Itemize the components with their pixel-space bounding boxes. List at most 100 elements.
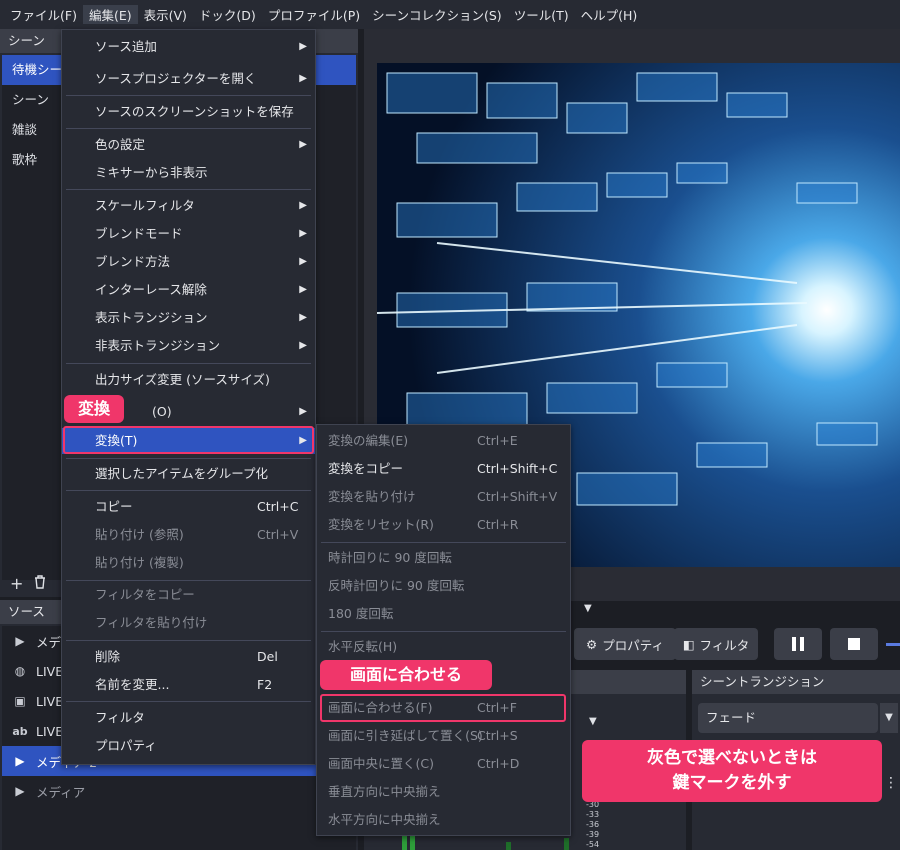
menu-view[interactable]: 表示(V) — [138, 5, 193, 24]
menu-item-deinterlace[interactable]: インターレース解除 ▶ — [62, 277, 315, 303]
menu-item-blend-method[interactable]: ブレンド方法 ▶ — [62, 249, 315, 275]
menu-item-copy-filters[interactable]: フィルタをコピー — [62, 582, 315, 608]
submenu-item-rotate-cw[interactable]: 時計回りに 90 度回転 — [317, 545, 570, 571]
stop-button[interactable] — [830, 628, 878, 660]
obs-window: ファイル(F) 編集(E) 表示(V) ドック(D) プロファイル(P) シーン… — [0, 0, 900, 850]
chevron-right-icon: ▶ — [299, 41, 307, 52]
menu-separator — [321, 631, 566, 632]
transition-select[interactable]: フェード — [698, 703, 878, 733]
play-icon: ▶ — [15, 634, 25, 648]
meter-label: -54 — [586, 840, 600, 849]
play-icon: ▶ — [15, 754, 25, 768]
globe-icon: ◍ — [14, 664, 26, 678]
menu-separator — [66, 128, 311, 129]
chevron-right-icon: ▶ — [299, 340, 307, 351]
chevron-right-icon: ▶ — [299, 284, 307, 295]
menu-separator — [66, 490, 311, 491]
submenu-item-flip-horizontal[interactable]: 水平反転(H) — [317, 634, 570, 660]
menu-edit[interactable]: 編集(E) — [82, 5, 138, 24]
chevron-down-icon[interactable]: ▼ — [880, 703, 898, 733]
text-icon: ab — [12, 724, 28, 738]
image-icon: ▣ — [14, 694, 26, 708]
menu-item-group[interactable]: 選択したアイテムをグループ化 — [62, 461, 315, 487]
transform-highlight-outline — [63, 426, 314, 454]
menu-separator — [66, 458, 311, 459]
menu-item-resize-output[interactable]: 出力サイズ変更 (ソースサイズ) — [62, 367, 315, 393]
menu-separator — [66, 701, 311, 702]
menu-item-hide-transition[interactable]: 非表示トランジション ▶ — [62, 333, 315, 359]
chevron-right-icon: ▶ — [299, 256, 307, 267]
menu-separator — [66, 95, 311, 96]
menu-item-screenshot[interactable]: ソースのスクリーンショットを保存 — [62, 99, 315, 125]
menubar: ファイル(F) 編集(E) 表示(V) ドック(D) プロファイル(P) シーン… — [0, 0, 900, 29]
chevron-right-icon: ▶ — [299, 406, 307, 417]
pause-icon — [792, 637, 804, 651]
submenu-item-copy-transform[interactable]: 変換をコピー Ctrl+Shift+C — [317, 456, 570, 482]
submenu-item-center-horizontal[interactable]: 水平方向に中央揃え — [317, 807, 570, 833]
preview-dropdown-icon[interactable]: ▼ — [584, 603, 592, 614]
menu-separator — [66, 580, 311, 581]
submenu-item-edit-transform[interactable]: 変換の編集(E) Ctrl+E — [317, 428, 570, 454]
menu-help[interactable]: ヘルプ(H) — [575, 5, 644, 24]
chevron-right-icon: ▶ — [299, 73, 307, 84]
menu-item-filters[interactable]: フィルタ — [62, 705, 315, 731]
menu-profile[interactable]: プロファイル(P) — [262, 5, 366, 24]
menu-item-delete[interactable]: 削除 Del — [62, 644, 315, 670]
chevron-right-icon: ▶ — [299, 228, 307, 239]
trash-icon[interactable] — [33, 574, 47, 593]
pause-button[interactable] — [774, 628, 822, 660]
mixer-dropdown-icon[interactable]: ▼ — [589, 716, 597, 727]
menu-file[interactable]: ファイル(F) — [4, 5, 83, 24]
menu-item-hide-mixer[interactable]: ミキサーから非表示 — [62, 160, 315, 186]
menu-dock[interactable]: ドック(D) — [193, 5, 262, 24]
submenu-item-paste-transform[interactable]: 変換を貼り付け Ctrl+Shift+V — [317, 484, 570, 510]
menu-item-paste-dup[interactable]: 貼り付け (複製) — [62, 550, 315, 576]
submenu-item-stretch-screen[interactable]: 画面に引き延ばして置く(S) Ctrl+S — [317, 723, 570, 749]
menu-separator — [66, 189, 311, 190]
submenu-item-center-screen[interactable]: 画面中央に置く(C) Ctrl+D — [317, 751, 570, 777]
annotation-line: 鍵マークを外す — [672, 773, 792, 793]
meter-label: -33 — [586, 810, 600, 819]
menu-item-blend-mode[interactable]: ブレンドモード ▶ — [62, 221, 315, 247]
submenu-item-reset-transform[interactable]: 変換をリセット(R) Ctrl+R — [317, 512, 570, 538]
menu-item-paste-ref[interactable]: 貼り付け (参照) Ctrl+V — [62, 522, 315, 548]
chevron-right-icon: ▶ — [299, 139, 307, 150]
submenu-item-center-vertical[interactable]: 垂直方向に中央揃え — [317, 779, 570, 805]
more-icon[interactable]: ⋮ — [884, 775, 898, 791]
gear-icon: ⚙ — [586, 636, 598, 652]
meter-label: -39 — [586, 830, 600, 839]
menu-item-paste-filters[interactable]: フィルタを貼り付け — [62, 610, 315, 636]
menu-item-copy[interactable]: コピー Ctrl+C — [62, 494, 315, 520]
menu-separator — [321, 542, 566, 543]
meter-bar — [410, 834, 415, 850]
menu-item-properties[interactable]: プロパティ — [62, 733, 315, 759]
menu-item-add-source[interactable]: ソース追加 ▶ — [62, 34, 315, 60]
annotation-lock-note: 灰色で選べないときは 鍵マークを外す — [582, 740, 882, 802]
chevron-right-icon: ▶ — [299, 312, 307, 323]
menu-item-color[interactable]: 色の設定 ▶ — [62, 132, 315, 158]
stop-icon — [848, 638, 860, 650]
properties-button[interactable]: ⚙ プロパティ — [574, 628, 676, 660]
chevron-right-icon: ▶ — [299, 200, 307, 211]
play-icon: ▶ — [15, 784, 25, 798]
submenu-item-rotate-180[interactable]: 180 度回転 — [317, 601, 570, 627]
meter-label: -36 — [586, 820, 600, 829]
menu-tools[interactable]: ツール(T) — [508, 5, 575, 24]
transitions-title: シーントランジション — [692, 670, 900, 694]
fit-screen-highlight-outline — [320, 694, 566, 722]
annotation-fit-screen: 画面に合わせる — [320, 660, 492, 690]
filters-button[interactable]: ◧ フィルタ — [674, 628, 758, 660]
volume-slider[interactable] — [886, 643, 900, 646]
annotation-henkan: 変換 — [64, 395, 124, 423]
source-item[interactable]: ▶メディア — [2, 776, 356, 806]
submenu-item-rotate-ccw[interactable]: 反時計回りに 90 度回転 — [317, 573, 570, 599]
menu-separator — [66, 640, 311, 641]
transform-submenu: 変換の編集(E) Ctrl+E 変換をコピー Ctrl+Shift+C 変換を貼り付… — [316, 424, 571, 836]
filter-icon: ◧ — [682, 636, 695, 652]
add-icon[interactable]: + — [10, 574, 23, 593]
menu-item-rename[interactable]: 名前を変更... F2 — [62, 672, 315, 698]
menu-item-open-projector[interactable]: ソースプロジェクターを開く ▶ — [62, 66, 315, 92]
menu-scene-collection[interactable]: シーンコレクション(S) — [366, 5, 508, 24]
menu-item-scale-filter[interactable]: スケールフィルタ ▶ — [62, 193, 315, 219]
menu-item-show-transition[interactable]: 表示トランジション ▶ — [62, 305, 315, 331]
